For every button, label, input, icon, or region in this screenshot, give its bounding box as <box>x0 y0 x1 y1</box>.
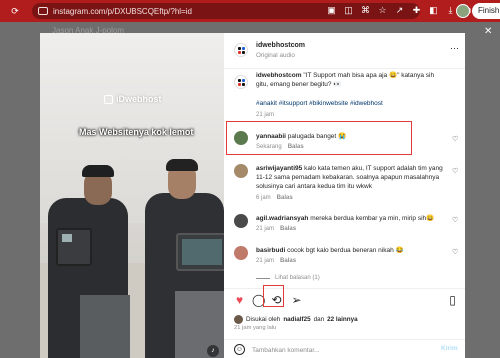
download-icon[interactable]: ⤓ <box>445 5 456 16</box>
bookmark-star-icon[interactable]: ☆ <box>377 5 388 16</box>
comment-text: asriwijayanti95 kalo kata temen aku, IT … <box>256 165 443 190</box>
image-icon[interactable]: ▣ <box>326 5 337 16</box>
comment-time: 21 jam <box>256 226 275 232</box>
replies-divider <box>256 277 270 279</box>
caption-author-avatar[interactable] <box>234 75 248 89</box>
likes-summary[interactable]: Disukai oleh nadialf25 dan 22 lainnya <box>234 315 358 324</box>
comment-like-icon[interactable]: ♡ <box>452 136 459 143</box>
comment-text: agil.wadriansyah mereka berdua kembar ya… <box>256 215 435 222</box>
commenter-avatar[interactable] <box>234 164 248 178</box>
commenter-avatar[interactable] <box>234 246 248 260</box>
comment-time: 21 jam <box>256 258 275 264</box>
extension-icon[interactable]: ✚ <box>411 5 422 16</box>
comment-meta: 21 jam Balas <box>256 258 296 264</box>
comment-text: yannaabii palugada banget 😭 <box>256 133 347 140</box>
caption-timestamp: 21 jam <box>256 112 275 118</box>
reply-button[interactable]: Balas <box>280 258 296 264</box>
comment-time: Sekarang <box>256 144 282 150</box>
caption-username[interactable]: idwebhostcom <box>256 72 302 79</box>
view-replies-link[interactable]: Lihat balasan (1) <box>256 275 320 281</box>
post-actions-bar: ♥ ◯ ⟲ ➢ ▯ <box>224 288 465 308</box>
caption-hashtags[interactable]: #anakit #itsupport #bikinwebsite #idwebh… <box>256 100 451 107</box>
liker-username[interactable]: nadialf25 <box>283 316 310 323</box>
comment-text: basirbudi cocok bgt kalo berdua beneran … <box>256 247 404 254</box>
original-audio-link[interactable]: Original audio <box>256 52 295 59</box>
finish-button[interactable]: Finish <box>472 3 500 19</box>
person-right-cap <box>166 159 198 171</box>
add-comment-bar: ☺ Kirim <box>224 339 465 358</box>
site-info-icon[interactable] <box>38 7 48 15</box>
reply-button[interactable]: Balas <box>277 195 293 201</box>
comment-like-icon[interactable]: ♡ <box>452 168 459 175</box>
post-sidebar: idwebhostcom Original audio ⋯ idwebhostc… <box>224 33 465 358</box>
comment-username[interactable]: agil.wadriansyah <box>256 215 308 222</box>
post-header: idwebhostcom Original audio ⋯ <box>224 33 465 69</box>
emoji-icon[interactable]: ☺ <box>234 344 245 355</box>
person-left-cap <box>82 165 114 177</box>
likes-others[interactable]: 22 lainnya <box>327 316 357 323</box>
liker-avatar <box>234 315 243 324</box>
comment-time: 6 jam <box>256 195 271 201</box>
screenshot-icon[interactable]: ◫ <box>343 5 354 16</box>
like-heart-icon[interactable]: ♥ <box>233 294 246 307</box>
post-caption: idwebhostcom "IT Support mah bisa apa aj… <box>256 71 446 89</box>
reply-button[interactable]: Balas <box>280 226 296 232</box>
share-send-icon[interactable]: ➢ <box>290 294 303 307</box>
post-timestamp: 21 jam yang lalu <box>234 325 277 331</box>
post-media[interactable]: iDwebhost Mas Websitenya kok lemot <box>40 33 224 358</box>
comment-like-icon[interactable]: ♡ <box>452 249 459 256</box>
commenter-avatar[interactable] <box>234 131 248 145</box>
comment-username[interactable]: yannaabii <box>256 133 286 140</box>
comment-like-icon[interactable]: ♡ <box>452 217 459 224</box>
person-left-pants <box>80 295 130 358</box>
commenter-avatar[interactable] <box>234 214 248 228</box>
equipment-case <box>56 228 92 266</box>
brand-mark-icon <box>104 94 113 104</box>
rugged-laptop <box>176 233 224 271</box>
author-username[interactable]: idwebhostcom <box>256 42 305 49</box>
comment-username[interactable]: basirbudi <box>256 247 285 254</box>
reply-button[interactable]: Balas <box>288 144 304 150</box>
close-icon[interactable]: ✕ <box>484 26 492 37</box>
reload-icon[interactable]: ⟳ <box>0 6 30 17</box>
save-bookmark-icon[interactable]: ▯ <box>446 294 459 307</box>
translate-icon[interactable]: ⌘ <box>360 5 371 16</box>
more-options-icon[interactable]: ⋯ <box>450 43 459 54</box>
share-icon[interactable]: ↗ <box>394 5 405 16</box>
highlight-box-repost <box>263 285 284 307</box>
puzzle-icon[interactable]: ◧ <box>428 5 439 16</box>
author-avatar[interactable] <box>234 43 248 57</box>
comment-input[interactable] <box>252 344 422 356</box>
browser-extension-icons: ▣ ◫ ⌘ ☆ ↗ ✚ ◧ ⤓ ◉ <box>326 5 473 16</box>
comment-meta: 21 jam Balas <box>256 226 296 232</box>
comment-meta: 6 jam Balas <box>256 195 293 201</box>
post-comment-button[interactable]: Kirim <box>441 345 458 352</box>
comment-username[interactable]: asriwijayanti95 <box>256 165 302 172</box>
url-text: instagram.com/p/DXUBSCQEftp/?hl=id <box>53 6 192 16</box>
audio-mute-icon[interactable]: ♪ <box>207 345 219 357</box>
comment-meta: Sekarang Balas <box>256 144 304 150</box>
photo-overlay-caption: Mas Websitenya kok lemot <box>79 127 194 137</box>
photo-brand-logo: iDwebhost <box>104 94 162 104</box>
browser-profile-avatar[interactable] <box>456 4 470 18</box>
